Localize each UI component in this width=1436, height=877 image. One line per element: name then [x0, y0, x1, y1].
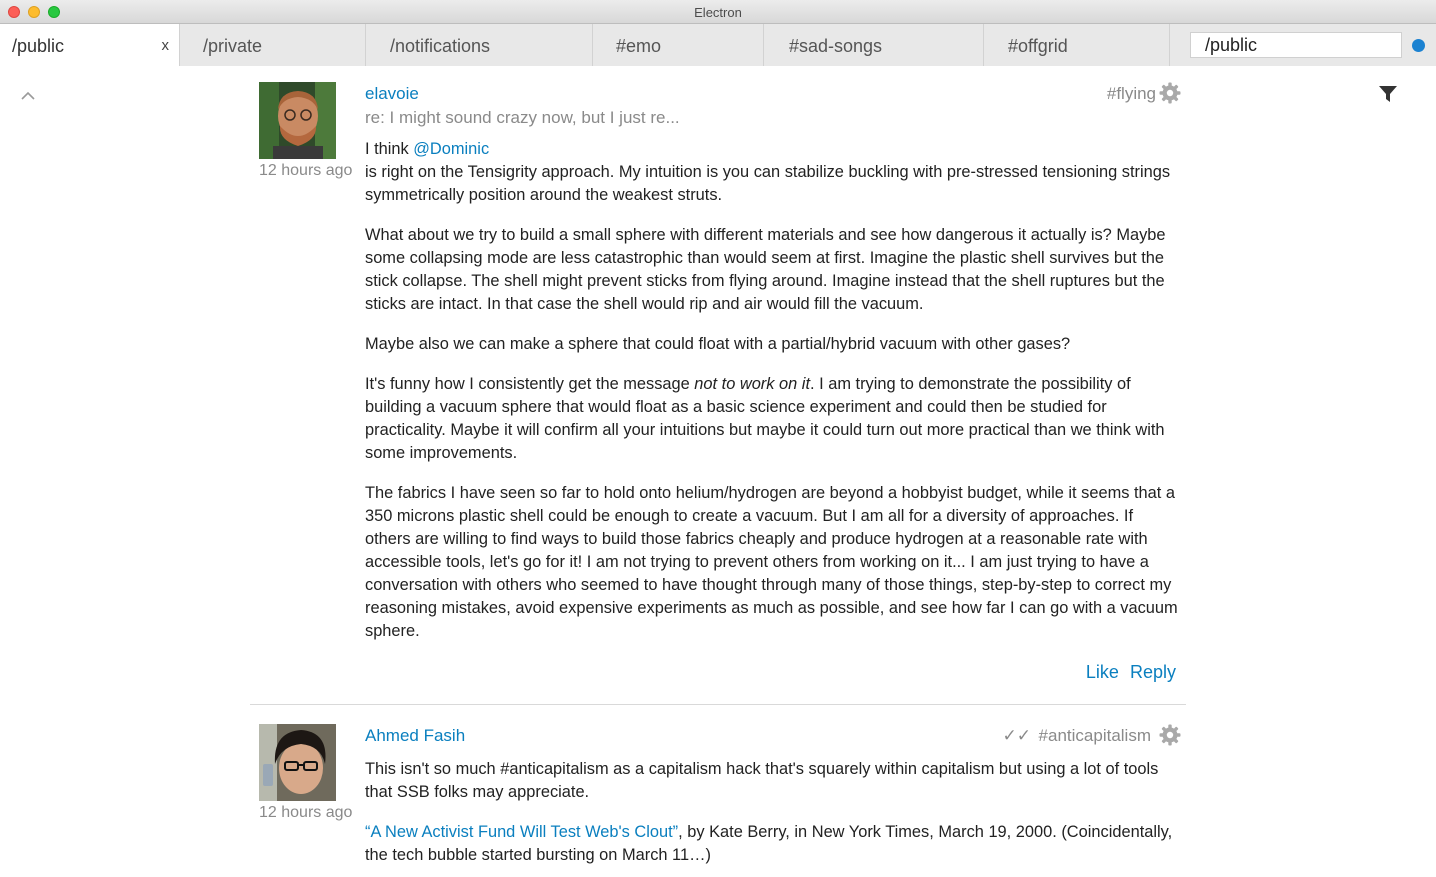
message-paragraph: This isn't so much #anticapitalism as a …	[365, 760, 1159, 801]
filter-icon[interactable]	[1378, 84, 1398, 104]
tab-label: /public	[12, 36, 65, 56]
message-divider	[250, 704, 1186, 705]
message-timestamp[interactable]: 12 hours ago	[259, 804, 352, 822]
message-paragraph: I think @Dominic	[365, 138, 1181, 161]
message-text: I think	[365, 140, 414, 158]
gear-icon[interactable]	[1159, 724, 1181, 746]
message-paragraph: is right on the Tensigrity approach. My …	[365, 163, 1171, 204]
avatar[interactable]	[259, 724, 336, 801]
tab-close-button[interactable]: x	[162, 37, 170, 54]
message-card: 12 hours ago elavoie re: I might sound c…	[250, 80, 1186, 683]
message-actions: Like Reply	[1080, 662, 1176, 683]
mention-link[interactable]: @Dominic	[413, 140, 489, 158]
like-button[interactable]: Like	[1086, 662, 1119, 682]
tab-label: #sad-songs	[789, 36, 883, 56]
tab-label: /notifications	[390, 36, 491, 56]
tab-bar: /public x /private /notifications #emo #…	[0, 24, 1436, 66]
author-name[interactable]: Ahmed Fasih	[365, 726, 465, 746]
tab-label: #offgrid	[1008, 36, 1068, 56]
article-link[interactable]: “A New Activist Fund Will Test Web's Clo…	[365, 823, 678, 841]
message-text: It's funny how I consistently get the me…	[365, 375, 695, 393]
chevron-up-icon[interactable]	[20, 88, 36, 100]
reply-subject[interactable]: re: I might sound crazy now, but I just …	[365, 108, 680, 128]
tab-private[interactable]: /private	[191, 24, 366, 66]
tab-public[interactable]: /public x	[0, 24, 180, 66]
author-name[interactable]: elavoie	[365, 84, 419, 104]
status-dot	[1412, 39, 1425, 52]
message-body: This isn't so much #anticapitalism as a …	[365, 758, 1181, 877]
tab-offgrid[interactable]: #offgrid	[996, 24, 1170, 66]
channel-tag[interactable]: #anticapitalism	[1039, 726, 1151, 746]
tab-notifications[interactable]: /notifications	[378, 24, 593, 66]
tab-emo[interactable]: #emo	[604, 24, 764, 66]
message-paragraph: It's funny how I consistently get the me…	[365, 373, 1181, 465]
message-body: I think @Dominic is right on the Tensigr…	[365, 138, 1181, 660]
double-check-icon: ✓✓	[1002, 726, 1032, 745]
message-timestamp[interactable]: 12 hours ago	[259, 162, 352, 180]
message-paragraph: “A New Activist Fund Will Test Web's Clo…	[365, 821, 1181, 867]
message-card: 12 hours ago Ahmed Fasih ✓✓ #anticapital…	[250, 722, 1186, 877]
reply-button[interactable]: Reply	[1130, 662, 1176, 682]
message-paragraph: The fabrics I have seen so far to hold o…	[365, 484, 1178, 640]
channel-search-input[interactable]	[1190, 32, 1402, 58]
window-titlebar: Electron	[0, 0, 1436, 24]
avatar[interactable]	[259, 82, 336, 159]
gear-icon[interactable]	[1159, 82, 1181, 104]
tab-sad-songs[interactable]: #sad-songs	[777, 24, 984, 66]
tab-label: /private	[203, 36, 263, 56]
channel-tag[interactable]: #flying	[1107, 84, 1156, 104]
window-title: Electron	[694, 5, 742, 20]
tab-label: #emo	[616, 36, 662, 56]
message-paragraph: Maybe also we can make a sphere that cou…	[365, 335, 1071, 353]
emphasis-text: not to work on it	[694, 375, 810, 393]
message-paragraph: What about we try to build a small spher…	[365, 226, 1166, 313]
